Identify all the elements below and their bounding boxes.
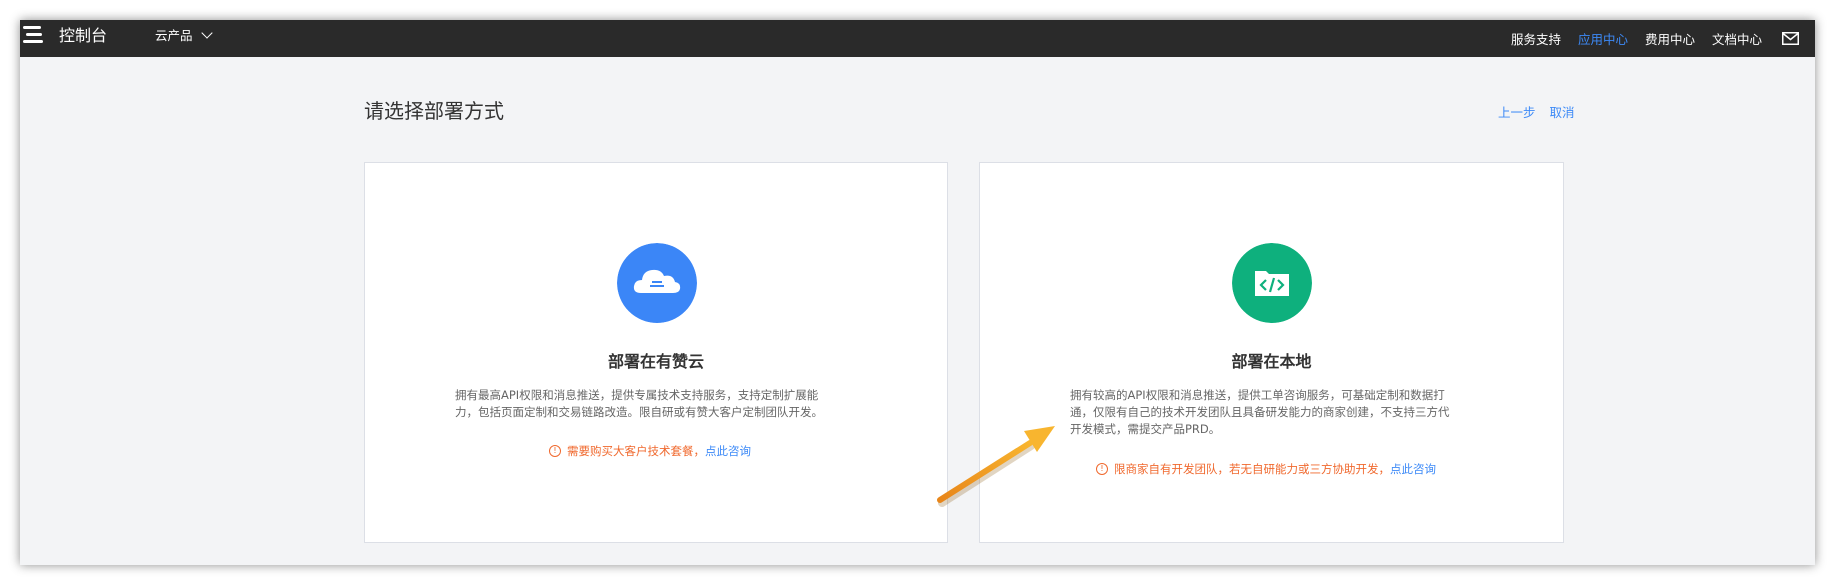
annotation-arrow: [937, 426, 1055, 507]
